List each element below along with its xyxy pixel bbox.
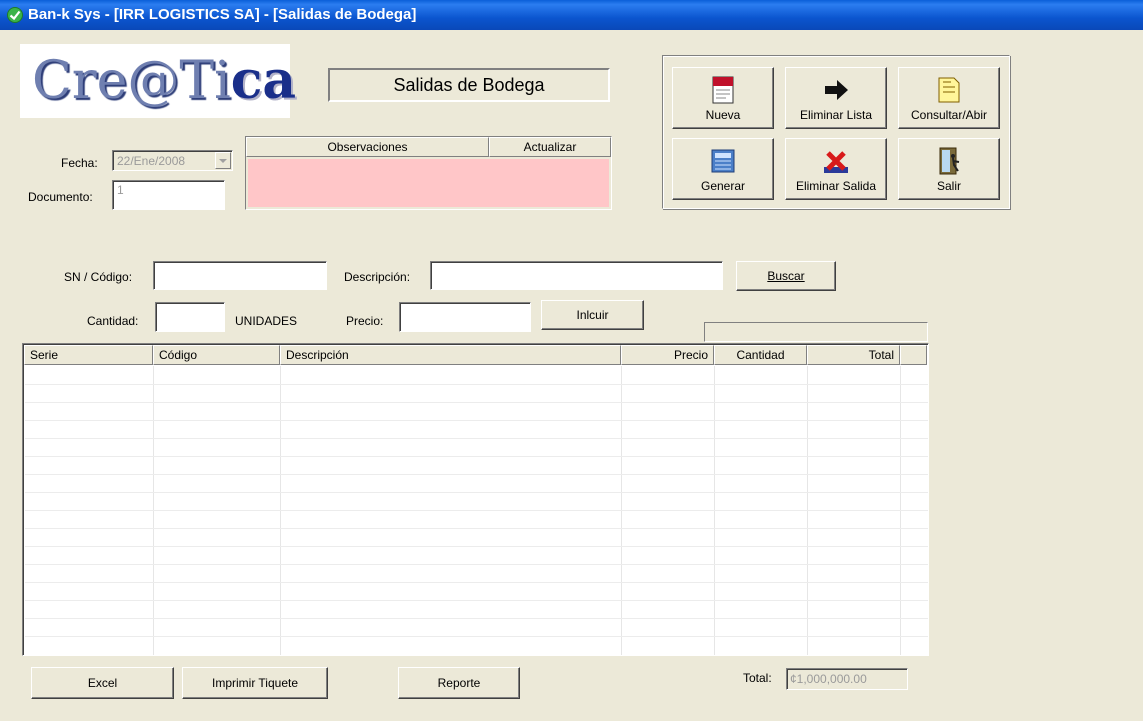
grid-row-line: [25, 582, 928, 583]
toolbar-frame: Nueva Eliminar Lista Consultar/Abir Gene…: [662, 55, 1010, 209]
incluir-button[interactable]: Inlcuir: [541, 300, 644, 330]
open-document-icon: [938, 77, 960, 103]
fecha-date-picker[interactable]: 22/Ene/2008: [112, 150, 233, 171]
consultar-button[interactable]: Consultar/Abir: [898, 67, 1000, 129]
grid-row-line: [25, 474, 928, 475]
grid-row-line: [25, 492, 928, 493]
check-icon: [7, 7, 23, 23]
grid-row-line: [25, 564, 928, 565]
column-header-cantidad[interactable]: Cantidad: [714, 345, 807, 365]
salir-button[interactable]: Salir: [898, 138, 1000, 200]
grid-line: [153, 366, 154, 655]
grid-row-line: [25, 528, 928, 529]
calculator-icon: [711, 149, 735, 173]
sn-codigo-input[interactable]: [153, 261, 327, 290]
total-label: Total:: [743, 671, 772, 685]
column-header-total[interactable]: Total: [807, 345, 900, 365]
exit-door-icon: [939, 147, 960, 175]
descripcion-input[interactable]: [430, 261, 723, 290]
red-x-icon: [824, 151, 848, 173]
eliminar-lista-button[interactable]: Eliminar Lista: [785, 67, 887, 129]
items-table[interactable]: Serie Código Descripción Precio Cantidad…: [22, 343, 929, 656]
precio-label: Precio:: [346, 314, 384, 328]
observaciones-panel: Observaciones Actualizar: [245, 136, 612, 210]
eliminar-salida-button[interactable]: Eliminar Salida: [785, 138, 887, 200]
cantidad-label: Cantidad:: [87, 314, 139, 328]
creatica-logo: Cre@Tica: [20, 44, 296, 118]
excel-button[interactable]: Excel: [31, 667, 174, 699]
grid-line: [807, 366, 808, 655]
grid-row-line: [25, 546, 928, 547]
page-title: Salidas de Bodega: [328, 68, 610, 102]
grid-row-line: [25, 384, 928, 385]
precio-input[interactable]: [399, 302, 531, 332]
grid-row-line: [25, 618, 928, 619]
status-box: [704, 322, 928, 342]
total-field: ¢1,000,000.00: [786, 668, 908, 690]
grid-line: [621, 366, 622, 655]
buscar-button[interactable]: Buscar: [736, 261, 836, 291]
grid-line: [280, 366, 281, 655]
grid-line: [714, 366, 715, 655]
grid-row-line: [25, 420, 928, 421]
new-document-icon: [712, 76, 734, 104]
documento-label: Documento:: [28, 190, 93, 204]
window-title: Ban-k Sys - [IRR LOGISTICS SA] - [Salida…: [28, 6, 417, 23]
column-header-precio[interactable]: Precio: [621, 345, 714, 365]
grid-line: [900, 366, 901, 655]
arrow-right-icon: [825, 80, 848, 100]
column-header-descripcion[interactable]: Descripción: [280, 345, 621, 365]
grid-row-line: [25, 636, 928, 637]
documento-field[interactable]: 1: [112, 180, 225, 210]
column-header-serie[interactable]: Serie: [24, 345, 153, 365]
grid-row-line: [25, 510, 928, 511]
fecha-label: Fecha:: [61, 156, 98, 170]
dropdown-arrow-icon[interactable]: [215, 152, 231, 169]
observaciones-header: Observaciones: [246, 137, 489, 157]
fecha-value: 22/Ene/2008: [117, 154, 186, 168]
nueva-button[interactable]: Nueva: [672, 67, 774, 129]
column-header-codigo[interactable]: Código: [153, 345, 280, 365]
window-titlebar[interactable]: Ban-k Sys - [IRR LOGISTICS SA] - [Salida…: [0, 0, 1143, 30]
grid-row-line: [25, 600, 928, 601]
imprimir-tiquete-button[interactable]: Imprimir Tiquete: [182, 667, 328, 699]
cantidad-input[interactable]: [155, 302, 225, 332]
observaciones-textarea[interactable]: [248, 159, 609, 207]
generar-button[interactable]: Generar: [672, 138, 774, 200]
unidades-label: UNIDADES: [235, 314, 298, 328]
descripcion-label: Descripción:: [344, 270, 411, 284]
column-header-filler: [900, 345, 927, 365]
sn-codigo-label: SN / Código:: [64, 270, 133, 284]
actualizar-button[interactable]: Actualizar: [489, 137, 611, 157]
grid-row-line: [25, 402, 928, 403]
reporte-button[interactable]: Reporte: [398, 667, 520, 699]
grid-row-line: [25, 438, 928, 439]
grid-row-line: [25, 456, 928, 457]
